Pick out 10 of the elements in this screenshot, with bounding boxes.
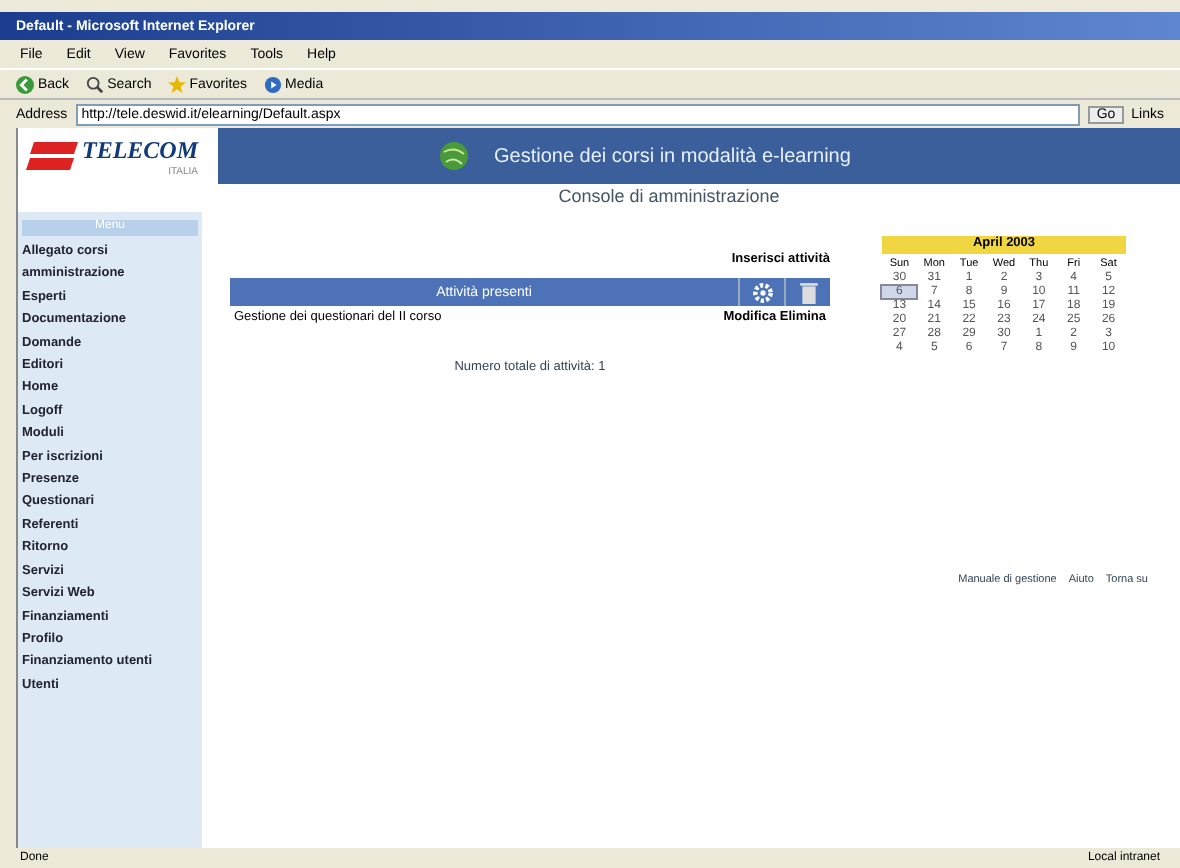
logo-text: TELECOM (82, 135, 199, 165)
header-title: Gestione dei corsi in modalità e-learning (494, 145, 851, 167)
media-icon (263, 75, 282, 93)
star-icon (167, 75, 186, 93)
page-subtitle: Console di amministrazione (556, 184, 782, 210)
gear-icon[interactable] (751, 281, 773, 303)
back-arrow-icon (16, 75, 34, 93)
logo-stripes-icon (26, 142, 78, 170)
search-icon (85, 75, 104, 93)
trash-icon[interactable] (799, 281, 817, 303)
